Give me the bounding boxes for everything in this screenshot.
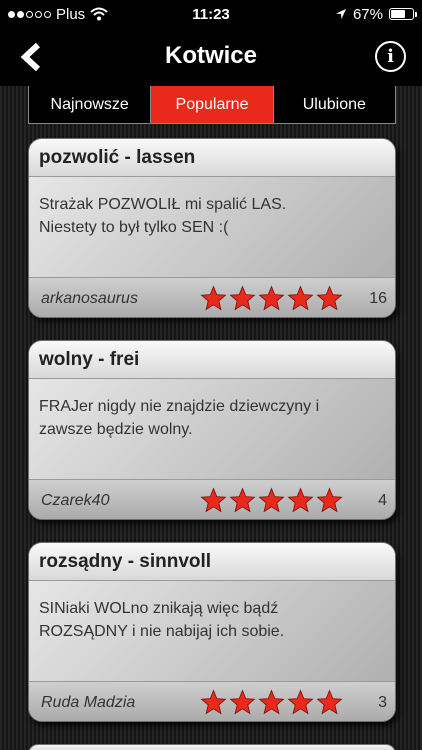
star-icon[interactable]	[229, 285, 256, 312]
star-icon[interactable]	[200, 285, 227, 312]
card-footer: Czarek40 4	[29, 479, 395, 519]
star-icon[interactable]	[258, 487, 285, 514]
card-title: rozsądny - sinnvoll	[29, 543, 395, 581]
star-icon[interactable]	[316, 689, 343, 716]
card-title: pozwolić - lassen	[29, 139, 395, 177]
card-body-line: Strażak POZWOLIŁ mi spalić LAS.	[39, 196, 287, 213]
star-icon[interactable]	[229, 689, 256, 716]
page-title: Kotwice	[164, 42, 257, 69]
rating-count: 4	[378, 491, 387, 509]
card-body: SINiaki WOLno znikają więc bądź ROZSĄDNY …	[29, 581, 395, 681]
star-icon[interactable]	[200, 487, 227, 514]
star-icon[interactable]	[258, 285, 285, 312]
star-icon[interactable]	[258, 689, 285, 716]
card-body: Strażak POZWOLIŁ mi spalić LAS. Niestety …	[29, 177, 395, 277]
rating-stars[interactable]	[200, 487, 343, 514]
nav-bar: Kotwice i	[0, 28, 422, 86]
wifi-icon	[90, 7, 108, 21]
rating-stars[interactable]	[200, 689, 343, 716]
star-icon[interactable]	[287, 487, 314, 514]
star-icon[interactable]	[229, 487, 256, 514]
star-icon[interactable]	[287, 689, 314, 716]
anchor-card-partial[interactable]	[28, 744, 396, 750]
card-author: Ruda Madzia	[41, 693, 136, 711]
location-arrow-icon	[335, 9, 346, 19]
card-body-line: SINiaki WOLno znikają więc bądź	[39, 600, 279, 617]
rating-count: 16	[369, 289, 387, 307]
status-right: 67%	[335, 5, 417, 23]
card-body-line: Niestety to był tylko SEN :(	[39, 219, 229, 236]
card-footer: arkanosaurus 16	[29, 277, 395, 317]
battery-fill	[391, 10, 406, 18]
card-body-line: FRAJer nigdy nie znajdzie dziewczyny i	[39, 398, 320, 415]
battery-percent: 67%	[352, 5, 383, 23]
signal-strength-icon	[8, 10, 51, 18]
tab-najnowsze[interactable]: Najnowsze	[29, 86, 152, 123]
card-author: arkanosaurus	[41, 289, 138, 307]
anchor-card[interactable]: pozwolić - lassen Strażak POZWOLIŁ mi spa…	[28, 138, 396, 318]
card-body-line: ROZSĄDNY i nie nabijaj ich sobie.	[39, 623, 285, 640]
rating-count: 3	[378, 693, 387, 711]
anchor-card[interactable]: rozsądny - sinnvoll SINiaki WOLno znikają…	[28, 542, 396, 722]
star-icon[interactable]	[200, 689, 227, 716]
status-bar: Plus 11:23 67%	[0, 0, 422, 28]
anchor-card[interactable]: wolny - frei FRAJer nigdy nie znajdzie dz…	[28, 340, 396, 520]
info-button[interactable]: i	[375, 41, 406, 72]
tab-ulubione[interactable]: Ulubione	[274, 86, 395, 123]
card-body-line: zawsze będzie wolny.	[39, 421, 193, 438]
star-icon[interactable]	[316, 487, 343, 514]
card-title: wolny - frei	[29, 341, 395, 379]
tab-popularne[interactable]: Popularne	[151, 86, 274, 123]
card-footer: Ruda Madzia 3	[29, 681, 395, 721]
content-area[interactable]: Najnowsze Popularne Ulubione pozwolić - la…	[0, 86, 422, 750]
segmented-control: Najnowsze Popularne Ulubione	[28, 86, 396, 124]
star-icon[interactable]	[287, 285, 314, 312]
card-author: Czarek40	[41, 491, 110, 509]
rating-stars[interactable]	[200, 285, 343, 312]
card-body: FRAJer nigdy nie znajdzie dziewczyny i za…	[29, 379, 395, 479]
star-icon[interactable]	[316, 285, 343, 312]
info-icon: i	[387, 46, 394, 67]
battery-icon	[389, 8, 417, 20]
carrier-name: Plus	[56, 5, 86, 23]
status-left: Plus	[8, 6, 108, 23]
